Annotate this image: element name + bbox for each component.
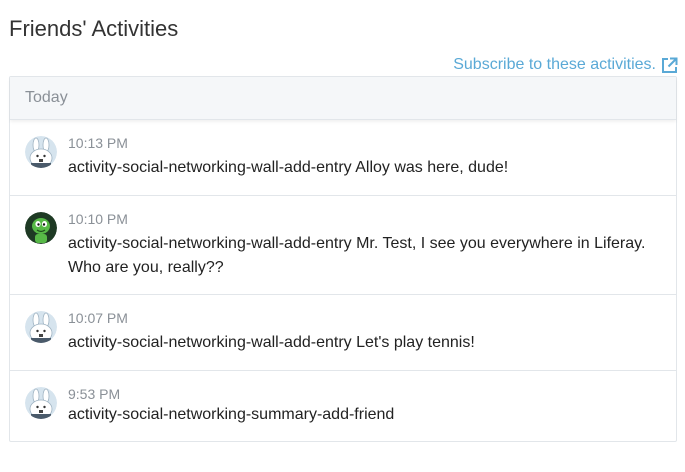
activity-entry: 9:53 PM activity-social-networking-summa… bbox=[10, 371, 676, 441]
external-link-icon bbox=[662, 57, 678, 73]
activity-entry: 10:07 PM activity-social-networking-wall… bbox=[10, 295, 676, 371]
activity-time: 10:13 PM bbox=[68, 135, 128, 151]
user-avatar[interactable] bbox=[25, 311, 57, 343]
activities-panel: Today 10:13 PM activity-social-networkin… bbox=[9, 76, 677, 442]
subscribe-link-label: Subscribe to these activities. bbox=[453, 56, 656, 73]
activity-text: activity-social-networking-summary-add-f… bbox=[68, 406, 395, 423]
bunny-avatar-icon bbox=[25, 311, 57, 343]
alien-avatar-icon bbox=[25, 212, 57, 244]
activity-time: 10:07 PM bbox=[68, 310, 128, 326]
bunny-avatar-icon bbox=[25, 136, 57, 168]
activity-time: 9:53 PM bbox=[68, 386, 121, 402]
bunny-avatar-icon bbox=[25, 387, 57, 419]
user-avatar[interactable] bbox=[25, 387, 57, 419]
activity-time: 10:10 PM bbox=[68, 211, 128, 227]
panel-header-today: Today bbox=[10, 77, 676, 120]
user-avatar[interactable] bbox=[25, 212, 57, 244]
activity-text: activity-social-networking-wall-add-entr… bbox=[68, 235, 646, 276]
activity-text: activity-social-networking-wall-add-entr… bbox=[68, 159, 509, 176]
activity-entry: 10:10 PM activity-social-networking-wall… bbox=[10, 196, 676, 295]
activity-text: activity-social-networking-wall-add-entr… bbox=[68, 334, 475, 351]
subscribe-link[interactable]: Subscribe to these activities. bbox=[453, 55, 678, 75]
user-avatar[interactable] bbox=[25, 136, 57, 168]
activity-entry: 10:13 PM activity-social-networking-wall… bbox=[10, 120, 676, 196]
page-title: Friends' Activities bbox=[9, 16, 179, 41]
